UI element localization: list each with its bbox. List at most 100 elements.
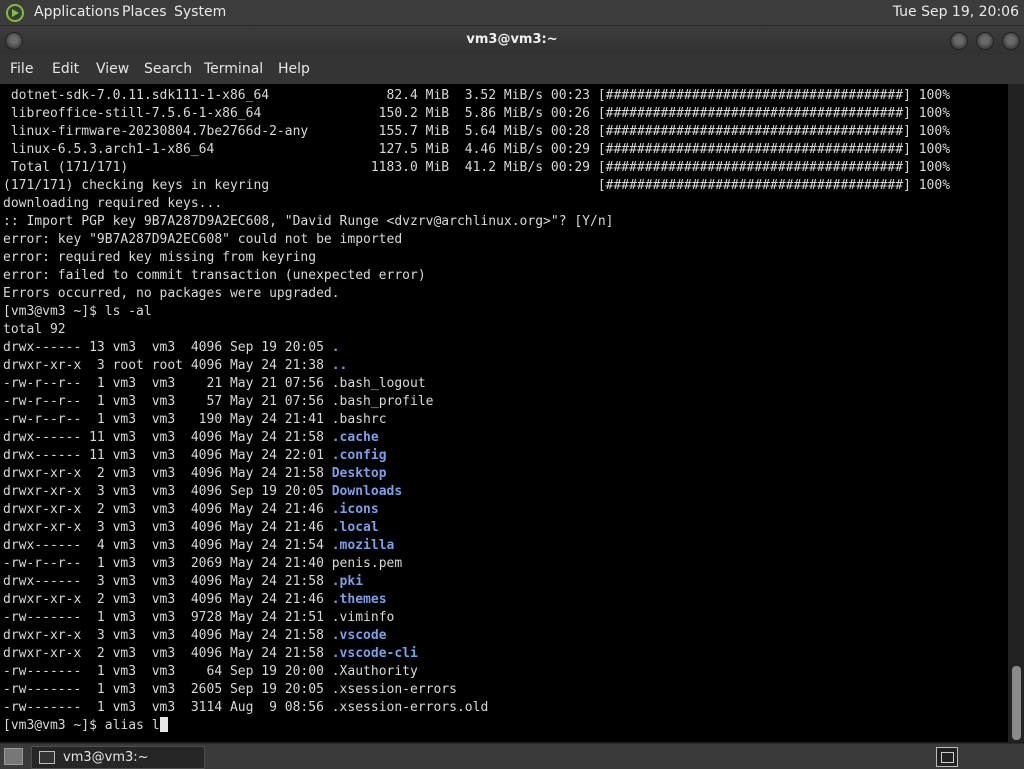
listing-meta: drwxr-xr-x 2 vm3 vm3 4096 May 24 21:46 [3,592,332,607]
terminal-line: Total (171/171) 1183.0 MiB 41.2 MiB/s 00… [3,160,951,175]
terminal-text: dotnet-sdk-7.0.11.sdk111-1-x86_64 82.4 M… [3,87,950,735]
listing-row: drwxr-xr-x 3 vm3 vm3 4096 May 24 21:46 .… [3,520,379,535]
close-button[interactable] [1002,32,1020,50]
listing-dir-name: .config [331,448,387,463]
listing-meta: -rw-r--r-- 1 vm3 vm3 57 May 21 07:56 [3,394,332,409]
listing-row: -rw-r--r-- 1 vm3 vm3 190 May 24 21:41 .b… [3,412,387,427]
listing-meta: -rw-r--r-- 1 vm3 vm3 2069 May 24 21:40 [3,556,332,571]
listing-file-name: .bashrc [331,412,387,427]
listing-row: drwx------ 11 vm3 vm3 4096 May 24 21:58 … [3,430,379,445]
listing-meta: drwxr-xr-x 3 vm3 vm3 4096 Sep 19 20:05 [3,484,332,499]
listing-file-name: .Xauthority [331,664,418,679]
listing-meta: drwxr-xr-x 2 vm3 vm3 4096 May 24 21:46 [3,502,332,517]
terminal-line: linux-firmware-20230804.7be2766d-2-any 1… [3,124,951,139]
listing-row: drwxr-xr-x 2 vm3 vm3 4096 May 24 21:58 D… [3,466,387,481]
places-menu[interactable]: Places [122,0,167,25]
listing-row: -rw-r--r-- 1 vm3 vm3 57 May 21 07:56 .ba… [3,394,433,409]
distro-logo-icon[interactable] [5,3,25,23]
listing-meta: -rw-r--r-- 1 vm3 vm3 190 May 24 21:41 [3,412,332,427]
terminal-line: :: Import PGP key 9B7A287D9A2EC608, "Dav… [3,214,614,229]
listing-meta: -rw------- 1 vm3 vm3 9728 May 24 21:51 [3,610,332,625]
terminal-line: error: failed to commit transaction (une… [3,268,426,283]
taskbar-button-label: vm3@vm3:~ [63,750,149,765]
listing-row: -rw-r--r-- 1 vm3 vm3 21 May 21 07:56 .ba… [3,376,426,391]
workspace-window-icon [941,752,954,763]
scrollbar[interactable] [1008,84,1024,742]
clock[interactable]: Tue Sep 19, 20:06 [893,0,1019,25]
terminal-line: Errors occurred, no packages were upgrad… [3,286,340,301]
listing-row: drwxr-xr-x 3 vm3 vm3 4096 Sep 19 20:05 D… [3,484,402,499]
top-panel: Applications Places System Tue Sep 19, 2… [0,0,1024,26]
listing-dir-name: .. [331,358,348,373]
maximize-button[interactable] [976,32,994,50]
listing-meta: drwx------ 11 vm3 vm3 4096 May 24 21:58 [3,430,332,445]
listing-dir-name: .vscode [331,628,387,643]
listing-dir-name: .icons [331,502,379,517]
window-title: vm3@vm3:~ [466,32,558,47]
command-prompt[interactable]: [vm3@vm3 ~]$ alias l [3,718,160,733]
menu-edit[interactable]: Edit [52,54,79,84]
listing-dir-name: .cache [331,430,379,445]
terminal-output[interactable]: dotnet-sdk-7.0.11.sdk111-1-x86_64 82.4 M… [0,84,1008,742]
listing-meta: drwxr-xr-x 3 root root 4096 May 24 21:38 [3,358,332,373]
listing-dir-name: .vscode-cli [331,646,418,661]
listing-meta: drwxr-xr-x 3 vm3 vm3 4096 May 24 21:46 [3,520,332,535]
listing-row: drwx------ 4 vm3 vm3 4096 May 24 21:54 .… [3,538,394,553]
taskbar-button-terminal[interactable]: vm3@vm3:~ [31,746,205,769]
listing-dir-name: .themes [331,592,387,607]
terminal-line: libreoffice-still-7.5.6-1-x86_64 150.2 M… [3,106,951,121]
show-desktop-icon[interactable] [4,748,23,765]
listing-file-name: .bash_profile [331,394,434,409]
terminal-line: [vm3@vm3 ~]$ ls -al [3,304,152,319]
bottom-panel: vm3@vm3:~ [0,743,1024,769]
listing-file-name: .bash_logout [331,376,426,391]
listing-file-name: penis.pem [331,556,403,571]
terminal-line: downloading required keys... [3,196,223,211]
workspace-switcher-icon[interactable] [936,747,958,767]
listing-meta: -rw-r--r-- 1 vm3 vm3 21 May 21 07:56 [3,376,332,391]
terminal-icon [39,751,55,764]
listing-meta: drwx------ 13 vm3 vm3 4096 Sep 19 20:05 [3,340,332,355]
window-titlebar[interactable]: vm3@vm3:~ [0,26,1024,54]
listing-row: drwx------ 3 vm3 vm3 4096 May 24 21:58 .… [3,574,363,589]
menu-view[interactable]: View [96,54,129,84]
listing-dir-name: .local [331,520,379,535]
listing-file-name: .xsession-errors [331,682,457,697]
listing-row: drwx------ 13 vm3 vm3 4096 Sep 19 20:05 … [3,340,340,355]
listing-row: -rw------- 1 vm3 vm3 3114 Aug 9 08:56 .x… [3,700,488,715]
terminal-window: vm3@vm3:~ File Edit View Search Terminal… [0,26,1024,742]
listing-row: -rw------- 1 vm3 vm3 9728 May 24 21:51 .… [3,610,394,625]
listing-dir-name: . [331,340,340,355]
menu-search[interactable]: Search [144,54,192,84]
listing-row: drwx------ 11 vm3 vm3 4096 May 24 22:01 … [3,448,387,463]
listing-meta: drwx------ 11 vm3 vm3 4096 May 24 22:01 [3,448,332,463]
listing-meta: -rw------- 1 vm3 vm3 3114 Aug 9 08:56 [3,700,332,715]
minimize-button[interactable] [950,32,968,50]
terminal-line: linux-6.5.3.arch1-1-x86_64 127.5 MiB 4.4… [3,142,951,157]
listing-meta: drwxr-xr-x 3 vm3 vm3 4096 May 24 21:58 [3,628,332,643]
menu-help[interactable]: Help [278,54,310,84]
listing-row: drwxr-xr-x 2 vm3 vm3 4096 May 24 21:46 .… [3,592,387,607]
listing-meta: -rw------- 1 vm3 vm3 2605 Sep 19 20:05 [3,682,332,697]
listing-meta: drwx------ 4 vm3 vm3 4096 May 24 21:54 [3,538,332,553]
listing-row: -rw-r--r-- 1 vm3 vm3 2069 May 24 21:40 p… [3,556,402,571]
terminal-line: error: required key missing from keyring [3,250,317,265]
listing-row: drwxr-xr-x 3 vm3 vm3 4096 May 24 21:58 .… [3,628,387,643]
terminal-line: error: key "9B7A287D9A2EC608" could not … [3,232,403,247]
menu-file[interactable]: File [10,54,33,84]
listing-row: drwxr-xr-x 2 vm3 vm3 4096 May 24 21:46 .… [3,502,379,517]
menu-terminal[interactable]: Terminal [204,54,263,84]
listing-meta: -rw------- 1 vm3 vm3 64 Sep 19 20:00 [3,664,332,679]
listing-dir-name: .pki [331,574,364,589]
scrollbar-thumb[interactable] [1012,666,1021,740]
system-menu[interactable]: System [174,0,226,25]
listing-row: -rw------- 1 vm3 vm3 2605 Sep 19 20:05 .… [3,682,457,697]
listing-file-name: .xsession-errors.old [331,700,489,715]
text-cursor [159,717,168,732]
listing-row: drwxr-xr-x 3 root root 4096 May 24 21:38… [3,358,347,373]
applications-menu[interactable]: Applications [34,0,120,25]
terminal-line: dotnet-sdk-7.0.11.sdk111-1-x86_64 82.4 M… [3,88,951,103]
menubar: File Edit View Search Terminal Help [0,54,1024,84]
listing-dir-name: Desktop [331,466,387,481]
listing-row: -rw------- 1 vm3 vm3 64 Sep 19 20:00 .Xa… [3,664,418,679]
